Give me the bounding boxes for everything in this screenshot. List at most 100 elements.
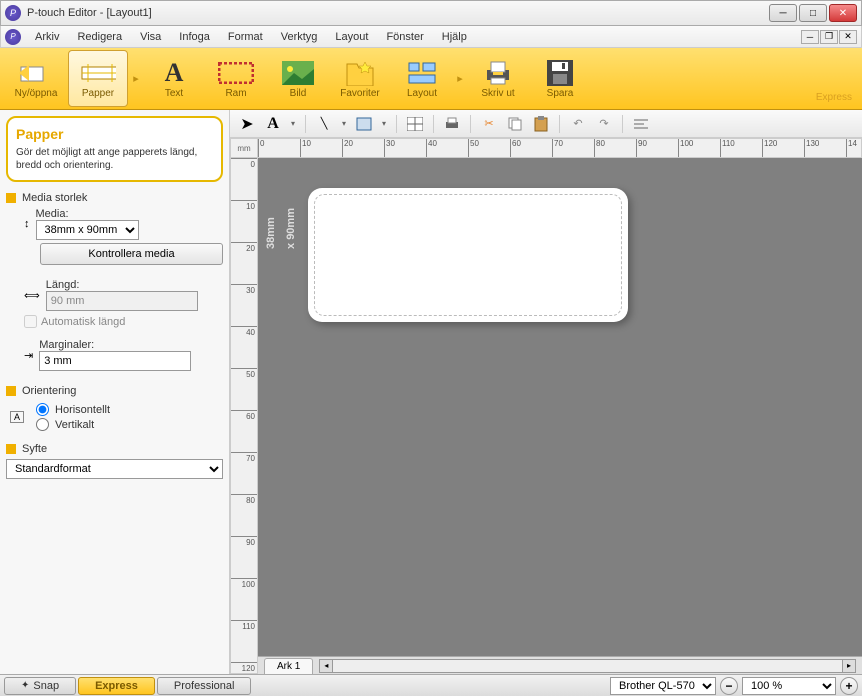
ribbon-paper[interactable]: Papper [68,50,128,107]
section-purpose: Syfte [6,443,223,455]
paste-tool[interactable] [530,113,552,135]
label-preview[interactable] [308,188,628,322]
zoom-select[interactable]: 100 % [742,677,836,695]
status-bar: ✦ Snap Express Professional Brother QL-5… [0,674,862,696]
copy-tool[interactable] [504,113,526,135]
ribbon-layout[interactable]: Layout [392,50,452,107]
length-label: Längd: [46,279,223,291]
ribbon-text[interactable]: A Text [144,50,204,107]
purpose-select[interactable]: Standardformat [6,459,223,479]
menu-layout[interactable]: Layout [327,29,376,45]
mode-express[interactable]: Express [78,677,155,695]
vertical-ruler[interactable]: 0102030405060708090100110120 [230,158,258,674]
sheet-tab-bar: Ark 1 ◂ ▸ [258,656,862,674]
image-icon [280,58,316,88]
menu-fonster[interactable]: Fönster [378,29,431,45]
pointer-tool[interactable]: ➤ [236,113,258,135]
align-tool[interactable] [630,113,652,135]
undo-tool[interactable]: ↶ [567,113,589,135]
new-open-icon [18,58,54,88]
ribbon-print[interactable]: Skriv ut [468,50,528,107]
margin-input[interactable] [39,351,191,371]
menu-format[interactable]: Format [220,29,271,45]
check-media-button[interactable]: Kontrollera media [40,243,223,265]
printer-select[interactable]: Brother QL-570 [610,677,716,695]
menu-infoga[interactable]: Infoga [171,29,218,45]
section-marker-icon [6,444,16,454]
text-icon: A [156,58,192,88]
canvas-area: ➤ A ▾ ╲ ▾ ▾ ✂ ↶ ↷ mm 010203040506070809010… [230,110,862,674]
table-tool[interactable] [404,113,426,135]
menu-bar: P Arkiv Redigera Visa Infoga Format Verk… [0,26,862,48]
ribbon-frame[interactable]: Ram [206,50,266,107]
ruler-unit: mm [230,138,258,158]
media-size-icon: ↕ [24,218,30,230]
minimize-button[interactable]: ─ [769,4,797,22]
ribbon-save[interactable]: Spara [530,50,590,107]
layout-icon [404,58,440,88]
text-tool[interactable]: A [262,113,284,135]
favorites-icon [342,58,378,88]
horizontal-scrollbar[interactable]: ◂ ▸ [319,659,856,673]
menu-verktyg[interactable]: Verktyg [273,29,326,45]
zoom-in-button[interactable]: + [840,677,858,695]
menu-hjalp[interactable]: Hjälp [434,29,475,45]
section-marker-icon [6,386,16,396]
ribbon-new-open[interactable]: Ny/öppna [6,50,66,107]
rect-tool[interactable] [353,113,375,135]
edit-toolbar: ➤ A ▾ ╲ ▾ ▾ ✂ ↶ ↷ [230,110,862,138]
ribbon-expand-1[interactable]: ▸ [130,50,142,107]
cut-tool[interactable]: ✂ [478,113,500,135]
orientation-icon: A [10,411,24,423]
length-icon: ⟺ [24,289,40,302]
section-orientation: Orientering [6,385,223,397]
zoom-out-button[interactable]: − [720,677,738,695]
app-menu-icon[interactable]: P [5,29,21,45]
auto-length-checkbox: Automatisk längd [24,315,223,328]
maximize-button[interactable]: □ [799,4,827,22]
ribbon-toolbar: Ny/öppna Papper ▸ A Text Ram Bild Favori… [0,48,862,110]
mode-professional[interactable]: Professional [157,677,252,695]
panel-info-box: Papper Gör det möjligt att ange papperet… [6,116,223,182]
media-label: Media: [36,208,224,220]
horizontal-ruler[interactable]: 010203040506070809010011012013014 [258,138,862,158]
window-title: P-touch Editor - [Layout1] [27,7,769,19]
line-tool[interactable]: ╲ [313,113,335,135]
length-input [46,291,198,311]
sheet-tab[interactable]: Ark 1 [264,658,313,674]
scroll-left-button[interactable]: ◂ [319,659,333,673]
scroll-right-button[interactable]: ▸ [842,659,856,673]
vertical-radio[interactable] [36,418,49,431]
save-icon [542,58,578,88]
ribbon-favorites[interactable]: Favoriter [330,50,390,107]
rect-tool-dropdown[interactable]: ▾ [379,119,389,128]
section-media-size: Media storlek [6,192,223,204]
media-select[interactable]: 38mm x 90mm [36,220,139,240]
mode-snap[interactable]: ✦ Snap [4,677,76,695]
menu-arkiv[interactable]: Arkiv [27,29,67,45]
scroll-track[interactable] [333,659,842,673]
title-bar: P P-touch Editor - [Layout1] ─ □ ✕ [0,0,862,26]
horizontal-radio[interactable] [36,403,49,416]
close-button[interactable]: ✕ [829,4,857,22]
frame-icon [218,58,254,88]
redo-tool[interactable]: ↷ [593,113,615,135]
menu-redigera[interactable]: Redigera [69,29,130,45]
express-tag: Express [816,92,852,103]
section-marker-icon [6,193,16,203]
ribbon-image[interactable]: Bild [268,50,328,107]
panel-description: Gör det möjligt att ange papperets längd… [16,146,213,172]
print-tool[interactable] [441,113,463,135]
ribbon-expand-2[interactable]: ▸ [454,50,466,107]
text-tool-dropdown[interactable]: ▾ [288,119,298,128]
line-tool-dropdown[interactable]: ▾ [339,119,349,128]
print-icon [480,58,516,88]
mdi-close-button[interactable]: ✕ [839,30,857,44]
sidebar: Papper Gör det möjligt att ange papperet… [0,110,230,674]
mdi-restore-button[interactable]: ❐ [820,30,838,44]
canvas[interactable]: 38mmx 90mm [258,158,862,656]
dimension-label: 38mmx 90mm [262,208,302,249]
mdi-minimize-button[interactable]: ─ [801,30,819,44]
app-icon: P [5,5,21,21]
menu-visa[interactable]: Visa [132,29,169,45]
